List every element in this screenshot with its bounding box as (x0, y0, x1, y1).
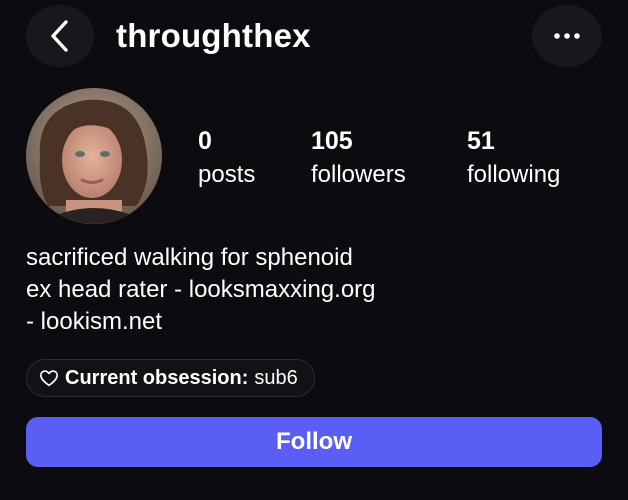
obsession-value: sub6 (254, 366, 298, 389)
stat-posts[interactable]: 0 posts (198, 126, 255, 190)
current-obsession-chip[interactable]: Current obsession: sub6 (26, 359, 315, 397)
following-count: 51 (467, 127, 495, 155)
bio-line: ex head rater - looksmaxxing.org (26, 276, 376, 303)
back-button[interactable] (26, 5, 94, 67)
profile-bio: sacrificed walking for sphenoid ex head … (26, 242, 586, 338)
follow-button[interactable]: Follow (26, 417, 602, 467)
bio-line: - lookism.net (26, 308, 163, 335)
chevron-left-icon (51, 20, 68, 52)
posts-count: 0 (198, 127, 212, 155)
more-horizontal-icon (554, 33, 580, 39)
stat-following[interactable]: 51 following (467, 126, 560, 190)
heart-outline-icon (39, 370, 58, 387)
followers-label: followers (311, 161, 406, 188)
top-bar: throughthex (0, 0, 628, 72)
profile-username: throughthex (116, 17, 311, 54)
following-label: following (467, 161, 561, 188)
obsession-label: Current obsession: (65, 366, 249, 389)
more-options-button[interactable] (532, 5, 602, 67)
bio-line: sacrificed walking for sphenoid (26, 244, 353, 271)
stat-followers[interactable]: 105 followers (311, 126, 406, 190)
followers-count: 105 (311, 127, 353, 155)
avatar[interactable] (26, 88, 162, 224)
profile-photo (26, 88, 162, 224)
posts-label: posts (198, 161, 256, 188)
